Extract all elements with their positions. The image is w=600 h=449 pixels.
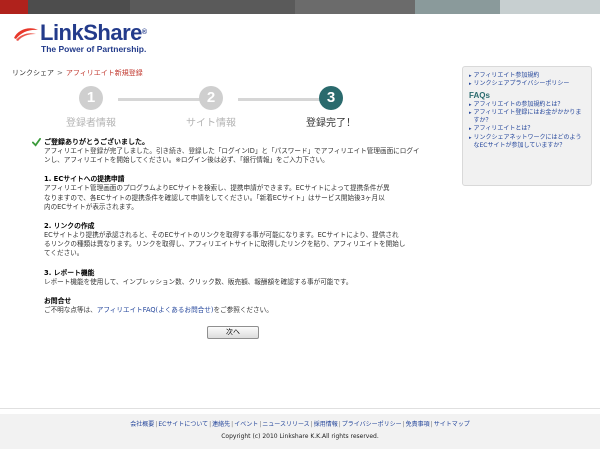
footer-divider	[0, 408, 600, 409]
section-title: 3. レポート機能	[44, 268, 95, 277]
section-text: アフィリエイト管理画面のプログラムよりECサイトを検索し、提携申請ができます。E…	[44, 184, 390, 211]
footer-link-company[interactable]: 会社概要	[130, 421, 154, 428]
breadcrumb-separator: >	[57, 69, 63, 77]
footer-link-privacy[interactable]: プライバシーポリシー	[342, 421, 402, 428]
section-contact: お問合せ ご不明な点等は、アフィリエイトFAQ(よくあるお問合せ)をご参照くださ…	[44, 297, 444, 315]
footer-link-events[interactable]: イベント	[234, 421, 258, 428]
faq-link-cost[interactable]: ▸ アフィリエイト登録にはお金がかかりますか？	[469, 109, 585, 126]
chevron-right-icon: ▸	[469, 101, 472, 108]
footer-link-news[interactable]: ニュースリリース	[262, 421, 309, 428]
registration-steps: 1 登録者情報 2 サイト情報 3 登録完了！	[58, 86, 388, 129]
logo-tagline: The Power of Partnership.	[41, 44, 147, 54]
contact-text: ご不明な点等は、アフィリエイトFAQ(よくあるお問合せ)をご参照ください。	[44, 305, 273, 314]
logo-name: LinkShare®	[40, 20, 147, 45]
main-content: ご登録ありがとうございました。 アフィリエイト登録が完了しました。引き続き、登録…	[32, 138, 444, 315]
next-button[interactable]: 次へ	[207, 326, 259, 339]
section-text: レポート機能を使用して、インプレッション数、クリック数、販売額、報酬額を確認する…	[44, 277, 353, 286]
step-2: 2 サイト情報	[166, 86, 256, 129]
chevron-right-icon: ▸	[469, 73, 472, 79]
footer-link-recruit[interactable]: 採用情報	[314, 421, 338, 428]
step-3: 3 登録完了！	[286, 86, 376, 129]
section-partnership-request: 1. ECサイトへの提携申請 アフィリエイト管理画面のプログラムよりECサイトを…	[44, 175, 444, 212]
swoosh-icon	[14, 28, 38, 41]
step-number: 2	[199, 86, 223, 110]
chevron-right-icon: ▸	[469, 126, 472, 133]
step-number: 1	[79, 86, 103, 110]
breadcrumb-current: アフィリエイト新規登録	[65, 69, 143, 77]
section-link-creation: 2. リンクの作成 ECサイトより提携が承認されると、そのECサイトのリンクを取…	[44, 222, 444, 259]
linkshare-logo[interactable]: LinkShare® The Power of Partnership.	[12, 22, 162, 54]
copyright: Copyright (c) 2010 Linkshare K.K.All rig…	[221, 433, 379, 440]
section-title: 2. リンクの作成	[44, 222, 95, 231]
step-label: 登録完了！	[306, 118, 356, 129]
section-title: お問合せ	[44, 296, 72, 305]
step-1: 1 登録者情報	[46, 86, 136, 129]
faq-link-what-is-affiliate[interactable]: ▸ アフィリエイトとは？	[469, 125, 585, 133]
breadcrumb: リンクシェア > アフィリエイト新規登録	[12, 68, 143, 78]
faqs-title: FAQs	[469, 90, 490, 100]
chevron-right-icon: ▸	[469, 81, 472, 88]
faq-link-terms[interactable]: ▸ アフィリエイトの参加規約とは？	[469, 101, 585, 109]
section-report: 3. レポート機能 レポート機能を使用して、インプレッション数、クリック数、販売…	[44, 269, 444, 287]
checkmark-icon	[32, 138, 41, 147]
footer: 会社概要|ECサイトについて|連絡先|イベント|ニュースリリース|採用情報|プラ…	[0, 414, 600, 449]
sidebar-panel: ▸ アフィリエイト参加規約 ▸ リンクシェアプライバシーポリシー FAQs ▸ アフィ…	[462, 66, 592, 186]
faq-link-participating-sites[interactable]: ▸ リンクシェアネットワークにはどのようなECサイトが参加していますか？	[469, 134, 585, 151]
chevron-right-icon: ▸	[469, 134, 472, 141]
footer-link-contact[interactable]: 連絡先	[212, 421, 230, 428]
top-color-bar	[0, 0, 600, 14]
sidebar-link-privacy-policy[interactable]: ▸ リンクシェアプライバシーポリシー	[469, 80, 585, 88]
thanks-heading: ご登録ありがとうございました。	[32, 138, 444, 147]
faq-link[interactable]: アフィリエイトFAQ(よくあるお問合せ)	[97, 306, 214, 314]
step-label: 登録者情報	[66, 118, 116, 129]
intro-text: アフィリエイト登録が完了しました。引き続き、登録した「ログインID」と「パスワー…	[44, 147, 420, 165]
footer-link-ec-sites[interactable]: ECサイトについて	[158, 421, 208, 428]
footer-links: 会社概要|ECサイトについて|連絡先|イベント|ニュースリリース|採用情報|プラ…	[130, 421, 470, 428]
chevron-right-icon: ▸	[469, 109, 472, 116]
footer-link-sitemap[interactable]: サイトマップ	[434, 421, 470, 428]
footer-link-disclaimer[interactable]: 免責事項	[406, 421, 430, 428]
step-label: サイト情報	[186, 118, 236, 129]
section-text: ECサイトより提携が承認されると、そのECサイトのリンクを取得する事が可能になり…	[44, 231, 406, 258]
breadcrumb-home[interactable]: リンクシェア	[12, 69, 54, 77]
step-number: 3	[319, 86, 343, 110]
thanks-title: ご登録ありがとうございました。	[44, 138, 149, 146]
